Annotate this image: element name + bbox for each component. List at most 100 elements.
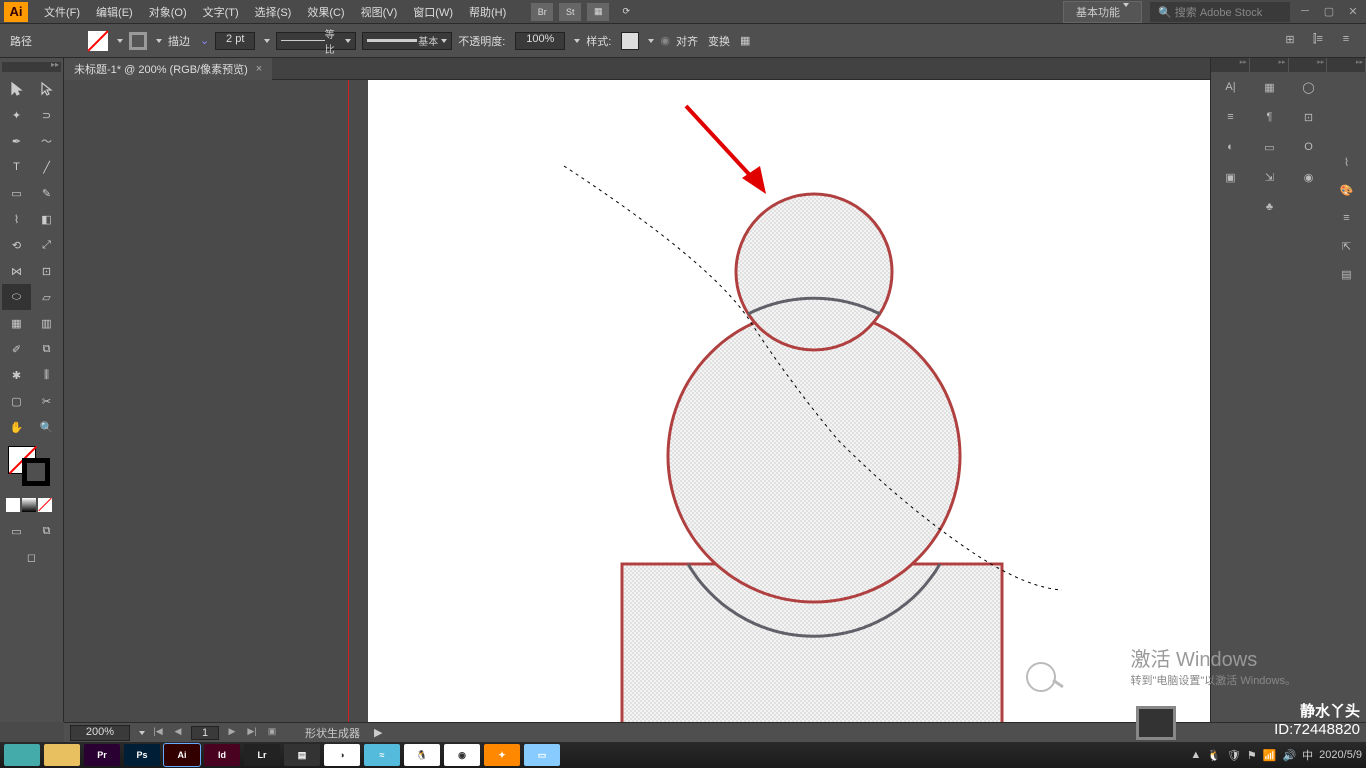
opentype-icon[interactable]: O xyxy=(1289,132,1328,162)
stroke-panel-icon[interactable]: ≡ xyxy=(1327,204,1366,232)
selection-tool[interactable] xyxy=(2,76,31,102)
tray-vol-icon[interactable]: 🔊 xyxy=(1282,749,1296,762)
taskbar-app-3[interactable]: Ps xyxy=(124,744,160,766)
zoom-dd-arrow[interactable] xyxy=(139,731,145,735)
taskbar-app-5[interactable]: Id xyxy=(204,744,240,766)
lasso-tool[interactable]: ⊃ xyxy=(32,102,61,128)
eyedropper-tool[interactable]: ✐ xyxy=(2,336,31,362)
align-panel-icon[interactable]: ▦ xyxy=(1250,72,1289,102)
transform-panel-icon[interactable]: ⊡ xyxy=(1289,102,1328,132)
close-button[interactable]: ✕ xyxy=(1344,5,1362,19)
hand-tool[interactable]: ✋ xyxy=(2,414,31,440)
menu-icon[interactable]: ≡ xyxy=(1336,33,1356,49)
asset-export-icon[interactable]: ⇲ xyxy=(1250,162,1289,192)
appearance-icon[interactable]: ◐ xyxy=(1211,132,1250,162)
eraser-tool[interactable]: ◧ xyxy=(32,206,61,232)
taskbar-app-12[interactable]: ✦ xyxy=(484,744,520,766)
maximize-button[interactable]: ▢ xyxy=(1320,5,1338,19)
pen-tool[interactable]: ✒ xyxy=(2,128,31,154)
graphic-style-swatch[interactable] xyxy=(621,32,639,50)
perspective-tool[interactable]: ▱ xyxy=(32,284,61,310)
fill-stroke-box[interactable] xyxy=(6,446,57,490)
taskbar-app-6[interactable]: Lr xyxy=(244,744,280,766)
rotate-tool[interactable]: ⟲ xyxy=(2,232,31,258)
menu-help[interactable]: 帮助(H) xyxy=(461,4,514,20)
menu-view[interactable]: 视图(V) xyxy=(353,4,406,20)
taskbar-app-0[interactable] xyxy=(4,744,40,766)
taskbar-app-9[interactable]: ≈ xyxy=(364,744,400,766)
last-artboard-btn[interactable]: ▶| xyxy=(245,726,259,740)
tray-date[interactable]: 2020/5/9 xyxy=(1319,749,1362,761)
recolor-icon[interactable]: ◉ xyxy=(660,34,670,47)
menu-object[interactable]: 对象(O) xyxy=(141,4,195,20)
first-artboard-btn[interactable]: |◀ xyxy=(151,726,165,740)
zoom-dropdown[interactable]: 200% xyxy=(70,725,130,741)
tray-qq-icon[interactable]: 🐧 xyxy=(1207,749,1221,762)
graph-tool[interactable]: ⫼ xyxy=(32,362,61,388)
taskbar-app-11[interactable]: ◉ xyxy=(444,744,480,766)
system-tray[interactable]: ▲ 🐧 🛡 ⚑ 📶 🔊 中 2020/5/9 xyxy=(1190,747,1362,763)
transform-panel-icon[interactable]: ▦ xyxy=(740,34,750,47)
opacity-input[interactable]: 100% xyxy=(515,32,565,50)
gradient-tool[interactable]: ▥ xyxy=(32,310,61,336)
artboard-nav-btn[interactable]: ▣ xyxy=(265,726,279,740)
gpu-icon[interactable]: ⟳ xyxy=(615,3,637,21)
brush-def-dd[interactable]: 基本 xyxy=(362,32,452,50)
menu-window[interactable]: 窗口(W) xyxy=(405,4,461,20)
canvas[interactable] xyxy=(64,80,1210,722)
small-circle[interactable] xyxy=(736,194,892,350)
direct-selection-tool[interactable] xyxy=(32,76,61,102)
stroke-weight-input[interactable]: 2 pt xyxy=(215,32,255,50)
fill-swatch[interactable] xyxy=(88,31,108,51)
menu-file[interactable]: 文件(F) xyxy=(36,4,88,20)
color-icon[interactable]: ▤ xyxy=(1327,260,1366,288)
taskbar-app-1[interactable] xyxy=(44,744,80,766)
taskbar-app-10[interactable]: 🐧 xyxy=(404,744,440,766)
style-dd[interactable] xyxy=(648,39,654,43)
minimize-button[interactable]: ─ xyxy=(1296,5,1314,19)
taskbar-app-2[interactable]: Pr xyxy=(84,744,120,766)
artboard-number-input[interactable]: 1 xyxy=(191,726,219,740)
draw-mode[interactable]: ◻ xyxy=(2,544,61,570)
rectangle-tool[interactable]: ▭ xyxy=(2,180,31,206)
stroke-indicator[interactable] xyxy=(22,458,50,486)
shape-builder-tool[interactable]: ⬭ xyxy=(2,284,31,310)
screen-mode-normal[interactable]: ▭ xyxy=(2,518,31,544)
artboards-icon[interactable]: ◉ xyxy=(1289,162,1328,192)
stroke-dropdown[interactable] xyxy=(156,39,162,43)
bridge-icon[interactable]: Br xyxy=(531,3,553,21)
menu-effect[interactable]: 效果(C) xyxy=(299,4,352,20)
workspace-switcher[interactable]: 基本功能 xyxy=(1063,1,1142,23)
zoom-tool[interactable]: 🔍 xyxy=(32,414,61,440)
none-mode-btn[interactable] xyxy=(38,498,52,512)
isolate-icon[interactable]: ⊞ xyxy=(1280,33,1300,49)
gradient-mode-btn[interactable] xyxy=(22,498,36,512)
menu-select[interactable]: 选择(S) xyxy=(247,4,300,20)
taskbar-app-8[interactable]: ◑ xyxy=(324,744,360,766)
document-tab[interactable]: 未标题-1* @ 200% (RGB/像素预览) × xyxy=(64,58,272,80)
tab-close-icon[interactable]: × xyxy=(256,63,262,75)
cc-lib-icon[interactable]: ◯ xyxy=(1289,72,1328,102)
menu-type[interactable]: 文字(T) xyxy=(195,4,247,20)
stock-icon[interactable]: St xyxy=(559,3,581,21)
link-icon[interactable]: ⇱ xyxy=(1327,232,1366,260)
arrange-icon[interactable]: ▦ xyxy=(587,3,609,21)
para-panel-icon[interactable]: ¶ xyxy=(1250,102,1289,132)
line-tool[interactable]: ╱ xyxy=(32,154,61,180)
menu-edit[interactable]: 编辑(E) xyxy=(88,4,141,20)
paintbrush-tool[interactable]: ✎ xyxy=(32,180,61,206)
artboard-tool[interactable]: ▢ xyxy=(2,388,31,414)
slice-tool[interactable]: ✂ xyxy=(32,388,61,414)
stroke-wt-dd[interactable] xyxy=(264,39,270,43)
brushes-icon[interactable]: ⌇ xyxy=(1327,148,1366,176)
char-panel-icon[interactable]: A| xyxy=(1211,72,1250,102)
width-profile-dd[interactable]: 等比 xyxy=(276,32,356,50)
edit-icon[interactable]: ⫿≡ xyxy=(1308,33,1328,49)
screen-mode-toggle[interactable]: ⧉ xyxy=(32,518,61,544)
tray-ime-icon[interactable]: 中 xyxy=(1302,747,1313,763)
width-tool[interactable]: ⋈ xyxy=(2,258,31,284)
opacity-dd[interactable] xyxy=(574,39,580,43)
taskbar-app-4[interactable]: Ai xyxy=(164,744,200,766)
symbol-sprayer-tool[interactable]: ✱ xyxy=(2,362,31,388)
stroke-swatch[interactable] xyxy=(129,32,147,50)
